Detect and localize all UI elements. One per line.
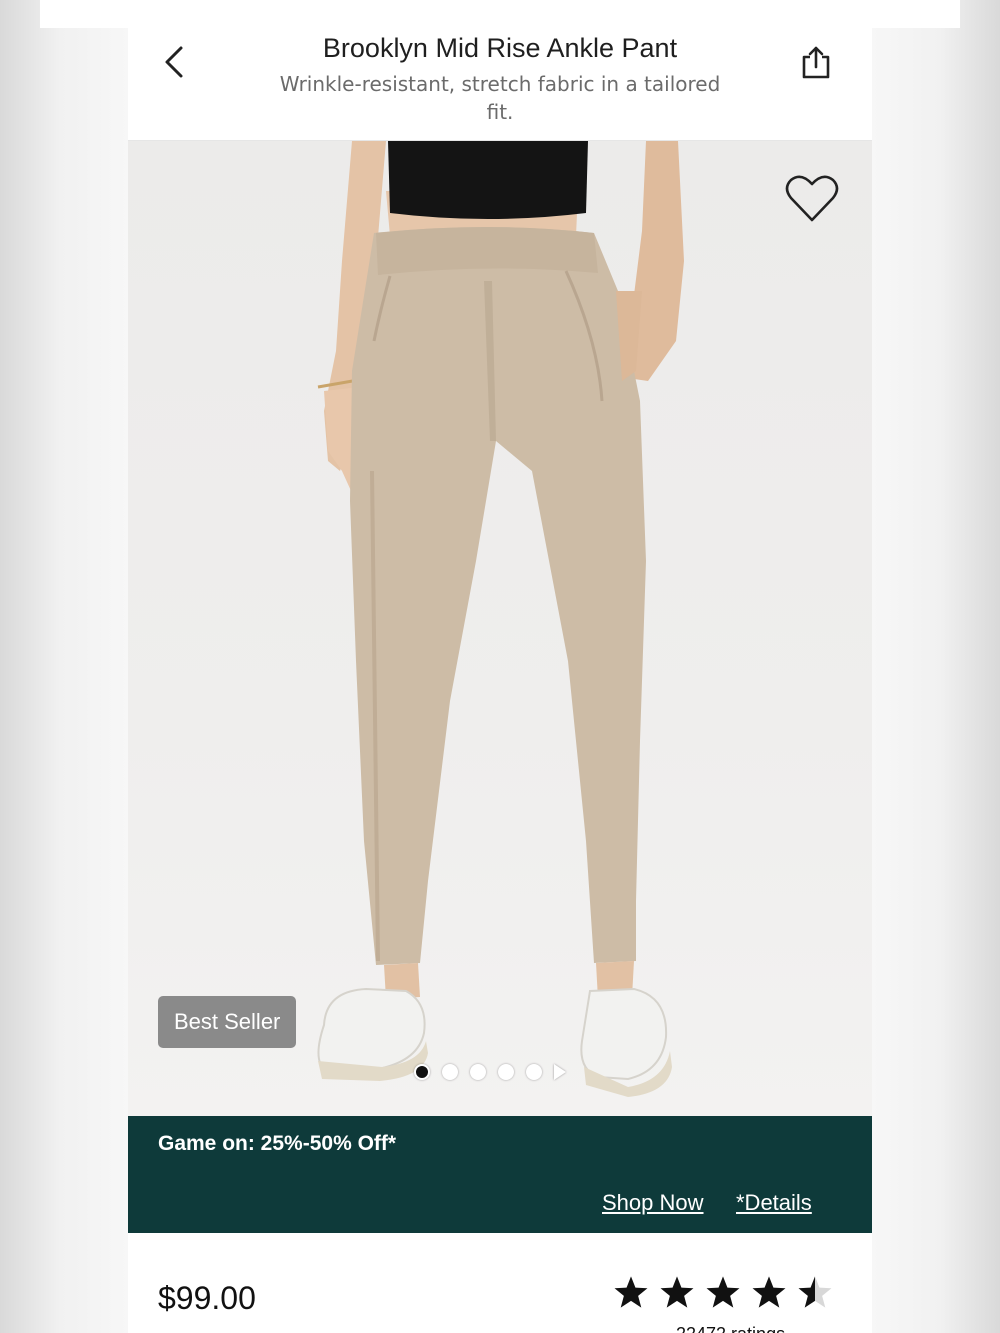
shop-now-link[interactable]: Shop Now [602, 1190, 704, 1216]
product-title: Brooklyn Mid Rise Ankle Pant [322, 33, 678, 63]
chevron-left-icon [165, 46, 183, 78]
gallery-pagination [414, 1063, 566, 1081]
gallery-dot-5[interactable] [526, 1064, 542, 1080]
star-filled-icon [752, 1276, 786, 1308]
promo-banner: Game on: 25%-50% Off* Shop Now *Details [128, 1116, 872, 1233]
share-button[interactable] [796, 40, 836, 84]
best-seller-badge: Best Seller [158, 996, 297, 1048]
promo-text: Game on: 25%-50% Off* [158, 1132, 397, 1155]
product-image[interactable]: Best Seller [128, 141, 872, 1116]
star-filled-icon [614, 1276, 648, 1308]
heart-outline-icon [785, 175, 839, 222]
favorite-button[interactable] [784, 171, 840, 227]
rating-stars[interactable] [612, 1274, 834, 1312]
gallery-dot-1[interactable] [414, 1064, 430, 1080]
back-button[interactable] [154, 40, 194, 84]
gallery-dot-4[interactable] [498, 1064, 514, 1080]
gallery-dot-2[interactable] [442, 1064, 458, 1080]
star-filled-icon [660, 1276, 694, 1308]
model-wearing-pants-image [317, 141, 684, 1097]
rating-count[interactable]: 22472 ratings [676, 1324, 785, 1333]
gallery-dot-3[interactable] [470, 1064, 486, 1080]
details-link[interactable]: *Details [736, 1190, 812, 1216]
product-detail-screen: Brooklyn Mid Rise Ankle Pant Wrinkle-res… [128, 28, 872, 1333]
product-subtitle: Wrinkle-resistant, stretch fabric in a t… [279, 72, 721, 124]
share-icon [802, 46, 830, 79]
play-arrow-icon[interactable] [554, 1064, 566, 1080]
star-filled-icon [706, 1276, 740, 1308]
product-price: $99.00 [158, 1280, 256, 1316]
star-half-icon [798, 1276, 832, 1308]
product-header: Brooklyn Mid Rise Ankle Pant Wrinkle-res… [128, 28, 872, 141]
status-strip [40, 0, 960, 28]
